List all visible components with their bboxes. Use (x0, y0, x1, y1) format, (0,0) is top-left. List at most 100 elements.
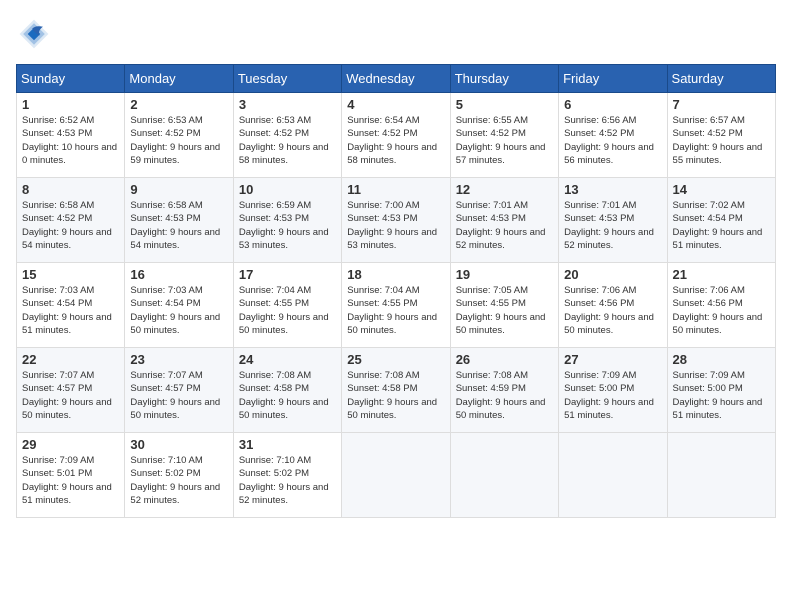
day-detail: Sunrise: 6:52 AMSunset: 4:53 PMDaylight:… (22, 115, 117, 166)
day-number: 2 (130, 97, 227, 112)
calendar-week-row: 15 Sunrise: 7:03 AMSunset: 4:54 PMDayligh… (17, 263, 776, 348)
day-detail: Sunrise: 7:06 AMSunset: 4:56 PMDaylight:… (673, 285, 763, 336)
calendar-day-cell: 18 Sunrise: 7:04 AMSunset: 4:55 PMDayligh… (342, 263, 450, 348)
day-number: 7 (673, 97, 770, 112)
day-number: 24 (239, 352, 336, 367)
page-header (16, 16, 776, 52)
calendar-day-cell: 5 Sunrise: 6:55 AMSunset: 4:52 PMDaylight… (450, 93, 558, 178)
day-detail: Sunrise: 7:05 AMSunset: 4:55 PMDaylight:… (456, 285, 546, 336)
day-number: 18 (347, 267, 444, 282)
calendar-day-cell: 13Sunrise: 7:01 AMSunset: 4:53 PMDayligh… (559, 178, 667, 263)
day-detail: Sunrise: 6:56 AMSunset: 4:52 PMDaylight:… (564, 115, 654, 166)
weekday-header: Tuesday (233, 65, 341, 93)
day-number: 28 (673, 352, 770, 367)
day-number: 23 (130, 352, 227, 367)
day-number: 27 (564, 352, 661, 367)
day-detail: Sunrise: 7:04 AMSunset: 4:55 PMDaylight:… (347, 285, 437, 336)
day-number: 19 (456, 267, 553, 282)
calendar-header-row: SundayMondayTuesdayWednesdayThursdayFrid… (17, 65, 776, 93)
calendar-table: SundayMondayTuesdayWednesdayThursdayFrid… (16, 64, 776, 518)
day-detail: Sunrise: 7:07 AMSunset: 4:57 PMDaylight:… (22, 370, 112, 421)
calendar-day-cell: 19 Sunrise: 7:05 AMSunset: 4:55 PMDayligh… (450, 263, 558, 348)
day-number: 4 (347, 97, 444, 112)
day-number: 29 (22, 437, 119, 452)
day-number: 6 (564, 97, 661, 112)
day-detail: Sunrise: 7:07 AMSunset: 4:57 PMDaylight:… (130, 370, 220, 421)
day-number: 1 (22, 97, 119, 112)
weekday-header: Wednesday (342, 65, 450, 93)
calendar-day-cell: 14 Sunrise: 7:02 AMSunset: 4:54 PMDayligh… (667, 178, 775, 263)
day-detail: Sunrise: 7:10 AMSunset: 5:02 PMDaylight:… (239, 455, 329, 506)
day-detail: Sunrise: 6:53 AMSunset: 4:52 PMDaylight:… (239, 115, 329, 166)
calendar-day-cell: 27 Sunrise: 7:09 AMSunset: 5:00 PMDayligh… (559, 348, 667, 433)
calendar-day-cell: 28Sunrise: 7:09 AMSunset: 5:00 PMDayligh… (667, 348, 775, 433)
calendar-day-cell: 26 Sunrise: 7:08 AMSunset: 4:59 PMDayligh… (450, 348, 558, 433)
calendar-week-row: 8 Sunrise: 6:58 AMSunset: 4:52 PMDaylight… (17, 178, 776, 263)
day-number: 21 (673, 267, 770, 282)
day-number: 11 (347, 182, 444, 197)
calendar-day-cell: 3 Sunrise: 6:53 AMSunset: 4:52 PMDaylight… (233, 93, 341, 178)
calendar-day-cell: 4 Sunrise: 6:54 AMSunset: 4:52 PMDaylight… (342, 93, 450, 178)
calendar-day-cell (559, 433, 667, 518)
weekday-header: Friday (559, 65, 667, 93)
day-number: 22 (22, 352, 119, 367)
calendar-week-row: 1 Sunrise: 6:52 AMSunset: 4:53 PMDaylight… (17, 93, 776, 178)
day-detail: Sunrise: 6:55 AMSunset: 4:52 PMDaylight:… (456, 115, 546, 166)
day-detail: Sunrise: 7:06 AMSunset: 4:56 PMDaylight:… (564, 285, 654, 336)
day-detail: Sunrise: 6:57 AMSunset: 4:52 PMDaylight:… (673, 115, 763, 166)
calendar-day-cell: 8 Sunrise: 6:58 AMSunset: 4:52 PMDaylight… (17, 178, 125, 263)
calendar-day-cell: 16 Sunrise: 7:03 AMSunset: 4:54 PMDayligh… (125, 263, 233, 348)
day-detail: Sunrise: 7:10 AMSunset: 5:02 PMDaylight:… (130, 455, 220, 506)
calendar-day-cell: 6 Sunrise: 6:56 AMSunset: 4:52 PMDaylight… (559, 93, 667, 178)
day-number: 30 (130, 437, 227, 452)
logo (16, 16, 56, 52)
weekday-header: Monday (125, 65, 233, 93)
calendar-day-cell: 23 Sunrise: 7:07 AMSunset: 4:57 PMDayligh… (125, 348, 233, 433)
calendar-week-row: 29 Sunrise: 7:09 AMSunset: 5:01 PMDayligh… (17, 433, 776, 518)
day-number: 15 (22, 267, 119, 282)
day-number: 9 (130, 182, 227, 197)
weekday-header: Thursday (450, 65, 558, 93)
calendar-day-cell: 24 Sunrise: 7:08 AMSunset: 4:58 PMDayligh… (233, 348, 341, 433)
day-detail: Sunrise: 7:03 AMSunset: 4:54 PMDaylight:… (22, 285, 112, 336)
calendar-day-cell (342, 433, 450, 518)
day-detail: Sunrise: 7:03 AMSunset: 4:54 PMDaylight:… (130, 285, 220, 336)
day-number: 14 (673, 182, 770, 197)
calendar-day-cell: 2 Sunrise: 6:53 AMSunset: 4:52 PMDaylight… (125, 93, 233, 178)
day-detail: Sunrise: 7:01 AMSunset: 4:53 PMDaylight:… (456, 200, 546, 251)
calendar-day-cell: 7 Sunrise: 6:57 AMSunset: 4:52 PMDaylight… (667, 93, 775, 178)
day-number: 3 (239, 97, 336, 112)
day-number: 26 (456, 352, 553, 367)
calendar-day-cell: 10Sunrise: 6:59 AMSunset: 4:53 PMDayligh… (233, 178, 341, 263)
day-number: 17 (239, 267, 336, 282)
day-number: 5 (456, 97, 553, 112)
day-detail: Sunrise: 7:04 AMSunset: 4:55 PMDaylight:… (239, 285, 329, 336)
weekday-header: Sunday (17, 65, 125, 93)
day-number: 8 (22, 182, 119, 197)
day-detail: Sunrise: 7:08 AMSunset: 4:58 PMDaylight:… (347, 370, 437, 421)
calendar-day-cell (450, 433, 558, 518)
calendar-day-cell: 1 Sunrise: 6:52 AMSunset: 4:53 PMDaylight… (17, 93, 125, 178)
day-detail: Sunrise: 6:54 AMSunset: 4:52 PMDaylight:… (347, 115, 437, 166)
calendar-day-cell: 15 Sunrise: 7:03 AMSunset: 4:54 PMDayligh… (17, 263, 125, 348)
day-detail: Sunrise: 7:00 AMSunset: 4:53 PMDaylight:… (347, 200, 437, 251)
day-number: 10 (239, 182, 336, 197)
calendar-day-cell: 21 Sunrise: 7:06 AMSunset: 4:56 PMDayligh… (667, 263, 775, 348)
day-number: 16 (130, 267, 227, 282)
calendar-day-cell: 30 Sunrise: 7:10 AMSunset: 5:02 PMDayligh… (125, 433, 233, 518)
day-detail: Sunrise: 6:58 AMSunset: 4:53 PMDaylight:… (130, 200, 220, 251)
day-detail: Sunrise: 6:53 AMSunset: 4:52 PMDaylight:… (130, 115, 220, 166)
day-detail: Sunrise: 6:58 AMSunset: 4:52 PMDaylight:… (22, 200, 112, 251)
calendar-day-cell (667, 433, 775, 518)
day-detail: Sunrise: 7:02 AMSunset: 4:54 PMDaylight:… (673, 200, 763, 251)
weekday-header: Saturday (667, 65, 775, 93)
day-detail: Sunrise: 7:08 AMSunset: 4:58 PMDaylight:… (239, 370, 329, 421)
calendar-week-row: 22 Sunrise: 7:07 AMSunset: 4:57 PMDayligh… (17, 348, 776, 433)
calendar-day-cell: 9 Sunrise: 6:58 AMSunset: 4:53 PMDaylight… (125, 178, 233, 263)
day-detail: Sunrise: 7:08 AMSunset: 4:59 PMDaylight:… (456, 370, 546, 421)
day-number: 25 (347, 352, 444, 367)
day-detail: Sunrise: 7:09 AMSunset: 5:01 PMDaylight:… (22, 455, 112, 506)
calendar-day-cell: 31Sunrise: 7:10 AMSunset: 5:02 PMDayligh… (233, 433, 341, 518)
logo-icon (16, 16, 52, 52)
day-detail: Sunrise: 7:09 AMSunset: 5:00 PMDaylight:… (564, 370, 654, 421)
